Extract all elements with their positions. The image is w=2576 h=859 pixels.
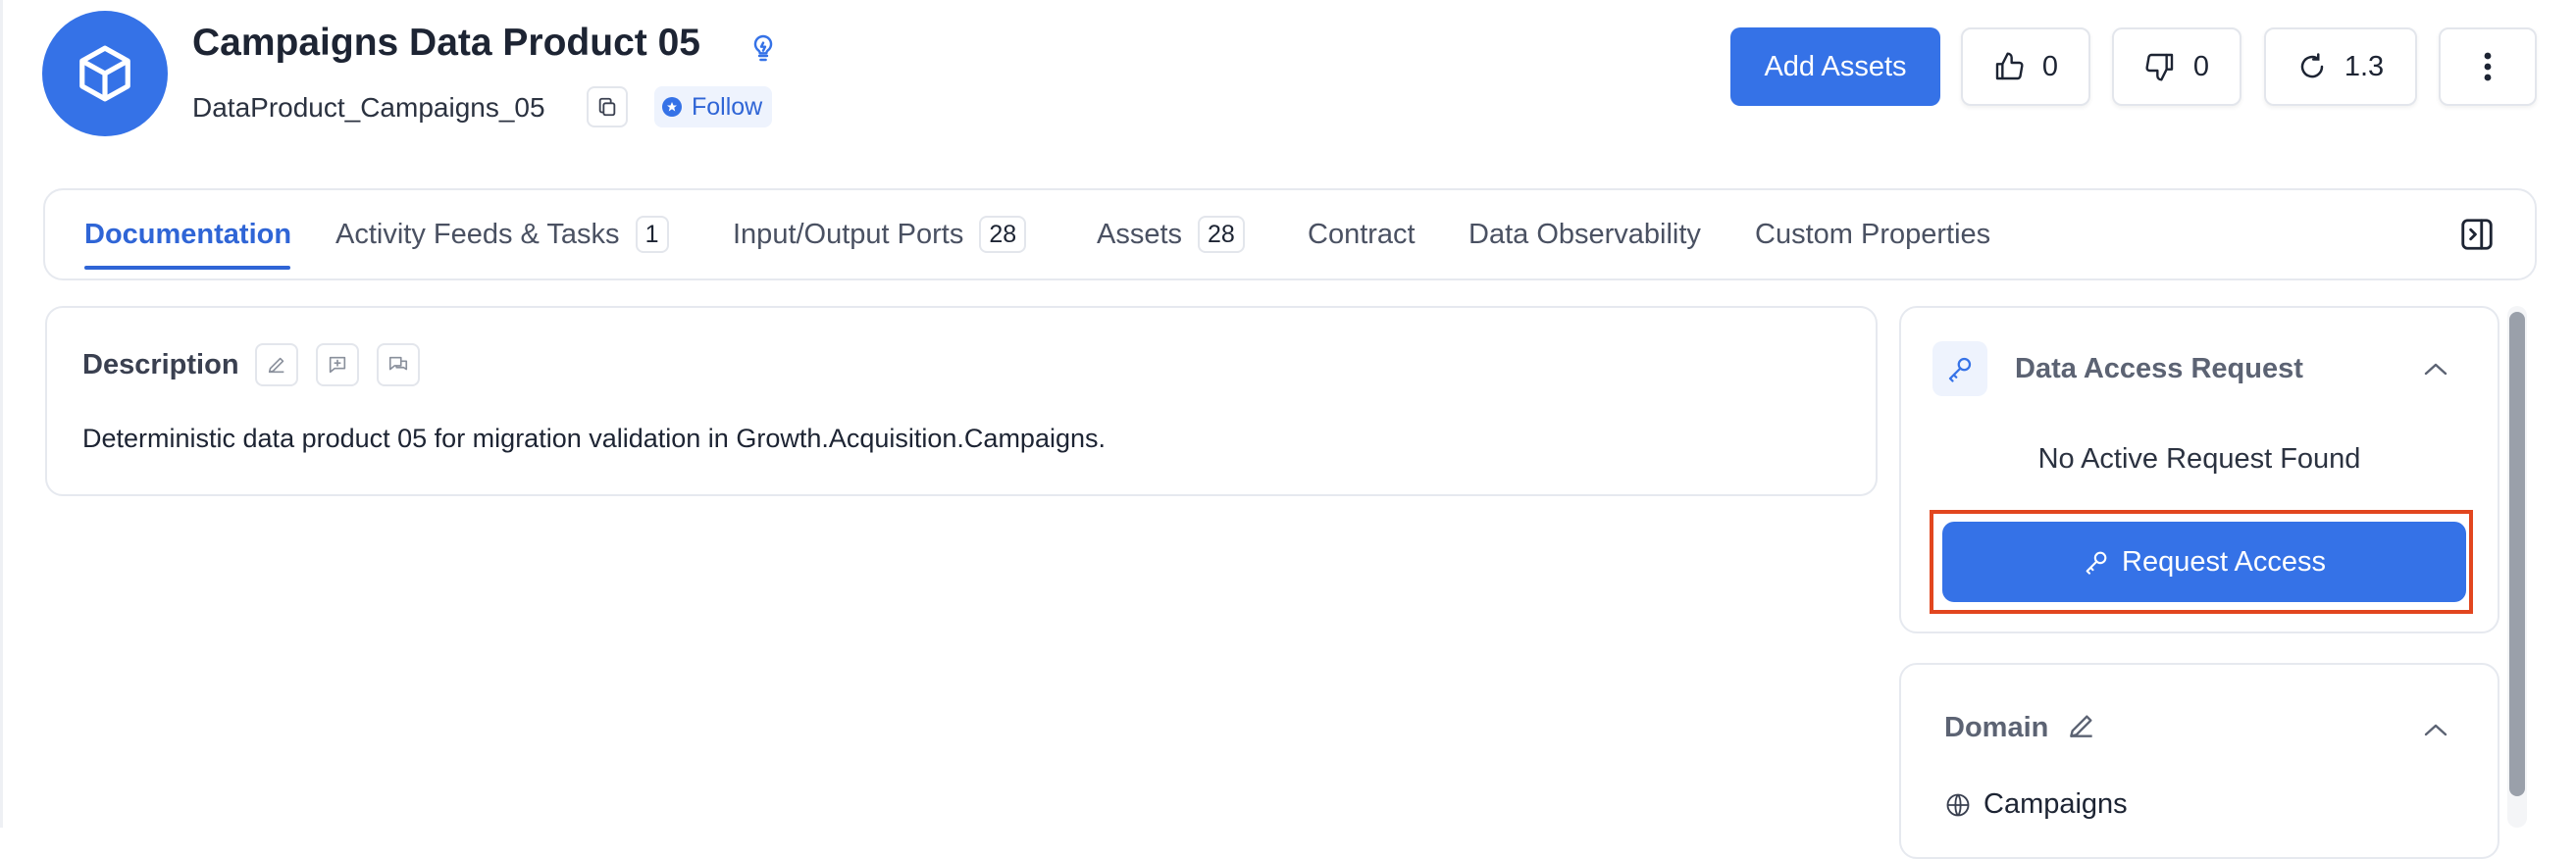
follow-icon — [662, 97, 682, 117]
dislike-button[interactable]: 0 — [2112, 27, 2241, 106]
tab-count-badge: 28 — [979, 216, 1027, 253]
follow-label: Follow — [692, 92, 763, 121]
tab-label: Custom Properties — [1755, 218, 1991, 250]
key-icon — [1932, 341, 1987, 396]
key-icon — [2086, 551, 2107, 575]
conversation-button[interactable] — [377, 343, 420, 386]
request-description-button[interactable] — [316, 343, 359, 386]
request-access-button[interactable]: Request Access — [1942, 522, 2466, 602]
description-title: Description — [82, 349, 239, 380]
tab-label: Documentation — [84, 218, 292, 250]
edit-description-button[interactable] — [255, 343, 298, 386]
chevron-up-icon[interactable] — [2421, 359, 2450, 379]
tab-label: Input/Output Ports — [733, 218, 964, 250]
comment-plus-icon — [329, 356, 346, 374]
pencil-icon — [268, 357, 284, 374]
domain-title: Domain — [1944, 712, 2049, 743]
chevron-up-icon[interactable] — [2421, 720, 2450, 739]
lightbulb-icon[interactable] — [747, 31, 779, 65]
like-button[interactable]: 0 — [1961, 27, 2090, 106]
add-assets-button[interactable]: Add Assets — [1730, 27, 1940, 106]
tab-input-output-ports[interactable]: Input/Output Ports 28 — [733, 190, 1027, 278]
tab-activity-feeds[interactable]: Activity Feeds & Tasks 1 — [335, 190, 669, 278]
more-vertical-icon — [2484, 52, 2492, 81]
dislike-count: 0 — [2192, 50, 2210, 82]
globe-icon — [1946, 793, 1970, 816]
tab-label: Assets — [1097, 218, 1183, 250]
tab-label: Activity Feeds & Tasks — [335, 218, 620, 250]
cube-icon — [42, 11, 168, 136]
entity-fqn: DataProduct_Campaigns_05 — [192, 92, 545, 123]
tab-count-badge: 1 — [635, 216, 669, 253]
left-border — [0, 0, 3, 828]
version-button[interactable]: 1.3 — [2264, 27, 2417, 106]
tabs-bar: Documentation Activity Feeds & Tasks 1 I… — [43, 188, 2537, 280]
panel-toggle-icon[interactable] — [2458, 216, 2496, 253]
tab-contract[interactable]: Contract — [1308, 190, 1416, 278]
like-count: 0 — [2041, 50, 2059, 82]
domain-card: Domain Campaigns — [1899, 663, 2499, 859]
thumbs-up-icon — [1995, 52, 2024, 80]
tab-label: Contract — [1308, 218, 1416, 250]
version-number: 1.3 — [2344, 50, 2385, 82]
tab-label: Data Observability — [1468, 218, 1701, 250]
active-tab-indicator — [84, 266, 290, 270]
comments-icon — [388, 356, 408, 371]
more-options-button[interactable] — [2439, 27, 2537, 106]
page-title: Campaigns Data Product 05 — [192, 22, 700, 64]
history-icon — [2300, 53, 2324, 78]
scrollbar-thumb[interactable] — [2509, 312, 2525, 796]
pencil-icon[interactable] — [2066, 710, 2097, 741]
tab-assets[interactable]: Assets 28 — [1097, 190, 1245, 278]
no-active-request-text: No Active Request Found — [2037, 443, 2361, 475]
request-access-label: Request Access — [2122, 545, 2326, 578]
domain-name: Campaigns — [1984, 788, 2128, 820]
data-access-request-title: Data Access Request — [2015, 353, 2303, 384]
copy-icon — [598, 97, 616, 117]
copy-button[interactable] — [587, 86, 628, 127]
tab-data-observability[interactable]: Data Observability — [1468, 190, 1701, 278]
description-text: Deterministic data product 05 for migrat… — [82, 424, 1106, 453]
domain-link[interactable]: Campaigns — [1944, 788, 2128, 821]
thumbs-down-icon — [2145, 53, 2174, 81]
tab-custom-properties[interactable]: Custom Properties — [1755, 190, 1990, 278]
tab-count-badge: 28 — [1198, 216, 1245, 253]
follow-button[interactable]: Follow — [654, 86, 773, 127]
description-card: Description Deterministic data product 0… — [45, 306, 1878, 496]
